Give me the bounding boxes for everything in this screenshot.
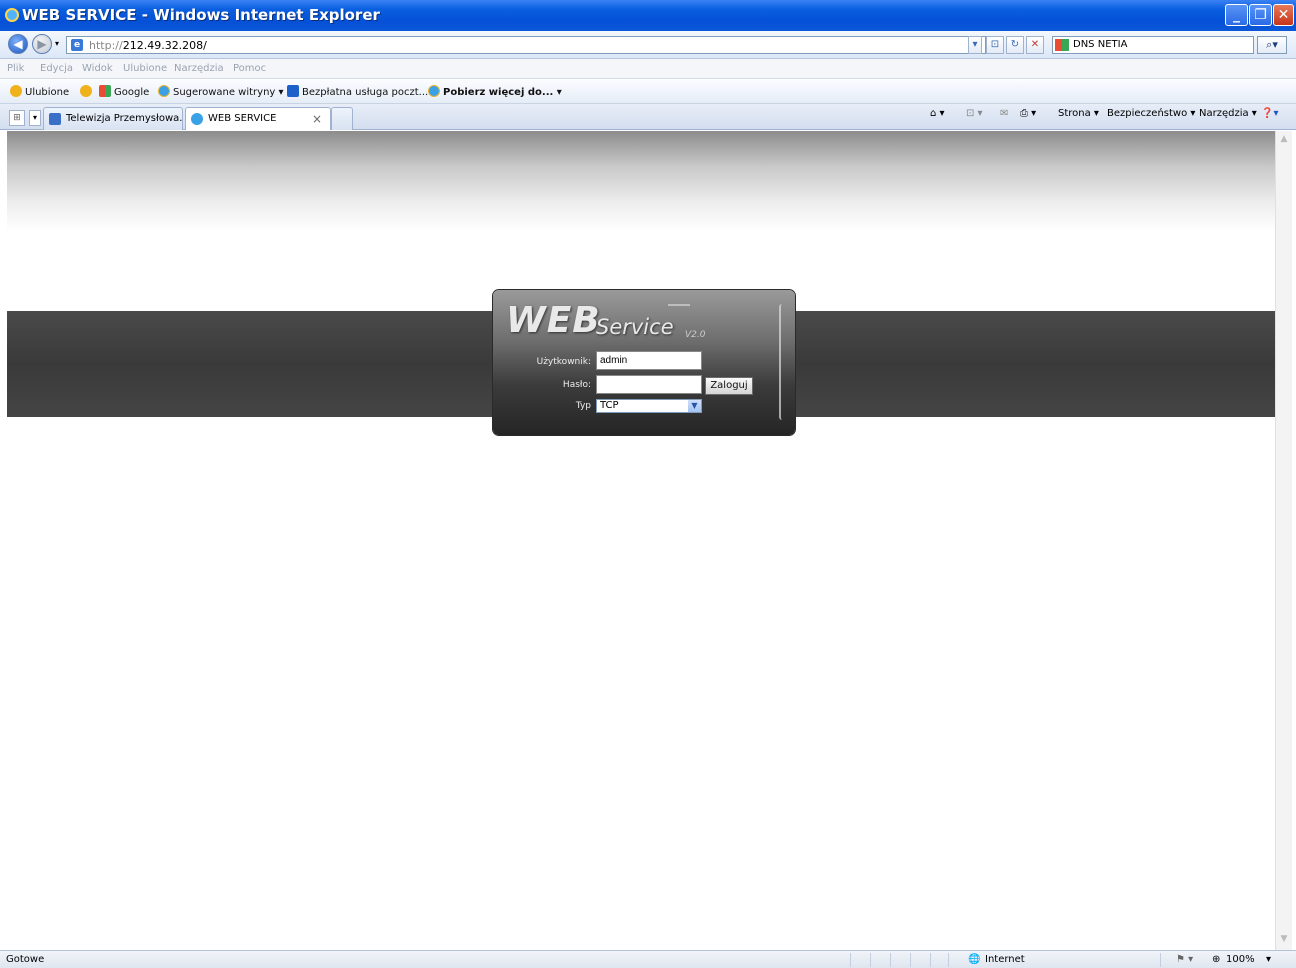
security-zone: Internet bbox=[985, 954, 1025, 965]
menu-pomoc[interactable]: Pomoc bbox=[233, 63, 266, 74]
menu-edycja[interactable]: Edycja bbox=[40, 63, 73, 74]
address-dropdown-icon[interactable]: ▾ bbox=[968, 36, 982, 54]
zoom-dropdown-icon[interactable]: ▾ bbox=[1266, 954, 1271, 965]
address-toolbar: ◀ ▶ ▾ e http://212.49.32.208/ ▾ ⊡ ↻ ✕ DN… bbox=[0, 31, 1296, 59]
menu-ulubione[interactable]: Ulubione bbox=[123, 63, 167, 74]
ie-icon bbox=[191, 113, 203, 125]
search-provider-label: DNS NETIA bbox=[1073, 39, 1128, 50]
ie-icon bbox=[5, 8, 19, 22]
user-label: Użytkownik: bbox=[536, 357, 591, 367]
scroll-up-icon[interactable]: ▲ bbox=[1278, 134, 1290, 146]
tools-menu[interactable]: Narzędzia ▾ bbox=[1199, 108, 1257, 119]
fav-suggested-sites[interactable]: Sugerowane witryny ▾ bbox=[158, 85, 284, 98]
feeds-icon[interactable]: ⊡ ▾ bbox=[966, 108, 983, 119]
help-icon[interactable]: ❓▾ bbox=[1261, 108, 1278, 119]
password-field[interactable] bbox=[596, 375, 702, 394]
status-separator bbox=[890, 953, 891, 967]
safety-menu[interactable]: Bezpieczeństwo ▾ bbox=[1107, 108, 1195, 119]
star-icon bbox=[10, 85, 22, 97]
fav-get-more[interactable]: Pobierz więcej do... ▾ bbox=[428, 85, 562, 98]
logo-web: WEB bbox=[506, 300, 601, 341]
back-button[interactable]: ◀ bbox=[8, 34, 28, 54]
forward-button[interactable]: ▶ bbox=[32, 34, 52, 54]
page-viewport bbox=[7, 131, 1275, 950]
search-provider-icon bbox=[1055, 39, 1069, 51]
page-icon: e bbox=[71, 39, 83, 51]
favorites-button[interactable]: Ulubione bbox=[10, 85, 69, 98]
header-gradient bbox=[7, 131, 1275, 231]
window-title-bar: WEB SERVICE - Windows Internet Explorer … bbox=[0, 0, 1296, 31]
zoom-icon[interactable]: ⊕ bbox=[1212, 954, 1220, 965]
status-separator bbox=[930, 953, 931, 967]
search-button[interactable]: ⌕▾ bbox=[1257, 36, 1287, 54]
print-icon[interactable]: ⎙ ▾ bbox=[1020, 108, 1036, 119]
tab-telewizja[interactable]: Telewizja Przemysłowa... bbox=[43, 107, 183, 130]
status-bar: Gotowe 🌐 Internet ⚑ ▾ ⊕ 100% ▾ bbox=[0, 950, 1296, 968]
type-select[interactable]: TCP ▼ bbox=[596, 399, 702, 413]
status-separator bbox=[850, 953, 851, 967]
close-tab-icon[interactable]: × bbox=[312, 112, 322, 126]
globe-icon: 🌐 bbox=[968, 954, 981, 965]
fav-free-mail[interactable]: Bezpłatna usługa poczt... bbox=[287, 85, 428, 98]
type-select-value: TCP bbox=[600, 400, 619, 411]
logo-version: V2.0 bbox=[685, 330, 706, 340]
restore-button[interactable]: ❐ bbox=[1249, 4, 1272, 26]
page-menu[interactable]: Strona ▾ bbox=[1058, 108, 1099, 119]
address-bar[interactable]: e http://212.49.32.208/ bbox=[66, 36, 986, 54]
menu-bar: Plik Edycja Widok Ulubione Narzędzia Pom… bbox=[0, 59, 1296, 79]
new-tab-button[interactable] bbox=[331, 107, 353, 130]
protected-mode-icon[interactable]: ⚑ ▾ bbox=[1176, 954, 1193, 965]
type-label: Typ bbox=[575, 401, 591, 411]
menu-plik[interactable]: Plik bbox=[7, 63, 24, 74]
zoom-level[interactable]: 100% bbox=[1226, 954, 1255, 965]
menu-narzedzia[interactable]: Narzędzia bbox=[174, 63, 224, 74]
add-favorite-icon bbox=[80, 85, 92, 97]
mail-icon bbox=[287, 85, 299, 97]
home-icon[interactable]: ⌂ ▾ bbox=[930, 108, 945, 119]
vertical-scrollbar[interactable]: ▲ ▼ bbox=[1275, 131, 1292, 950]
tab-web-service[interactable]: WEB SERVICE × bbox=[185, 107, 331, 130]
logo-service: Service bbox=[596, 315, 674, 339]
fav-google[interactable]: Google bbox=[99, 85, 149, 98]
window-title: WEB SERVICE - Windows Internet Explorer bbox=[22, 6, 380, 24]
read-mail-icon[interactable]: ✉ bbox=[1000, 108, 1008, 119]
status-separator bbox=[948, 953, 949, 967]
status-separator bbox=[1160, 953, 1161, 967]
compatibility-icon[interactable]: ⊡ bbox=[986, 36, 1004, 54]
stop-icon[interactable]: ✕ bbox=[1026, 36, 1044, 54]
panel-rail-decoration bbox=[779, 304, 787, 420]
ie-icon bbox=[158, 85, 170, 97]
ie-icon bbox=[428, 85, 440, 97]
refresh-icon[interactable]: ↻ bbox=[1006, 36, 1024, 54]
login-button[interactable]: Zaloguj bbox=[705, 377, 753, 395]
username-field[interactable] bbox=[596, 351, 702, 370]
login-panel: WEB Service V2.0 Użytkownik: Hasło: Zalo… bbox=[493, 290, 795, 435]
address-url[interactable]: http://212.49.32.208/ bbox=[89, 39, 207, 52]
status-text: Gotowe bbox=[6, 954, 45, 965]
menu-widok[interactable]: Widok bbox=[82, 63, 113, 74]
tab-list-dropdown-icon[interactable]: ▾ bbox=[29, 110, 41, 126]
password-label: Hasło: bbox=[562, 380, 591, 390]
close-button[interactable]: ✕ bbox=[1273, 4, 1294, 26]
tab-site-icon bbox=[49, 113, 61, 125]
status-separator bbox=[870, 953, 871, 967]
search-input[interactable]: DNS NETIA bbox=[1052, 36, 1254, 54]
minimize-button[interactable]: _ bbox=[1225, 4, 1248, 26]
scroll-down-icon[interactable]: ▼ bbox=[1278, 934, 1290, 946]
add-favorite-button[interactable] bbox=[80, 85, 95, 98]
favorites-bar: Ulubione Google Sugerowane witryny ▾ Bez… bbox=[0, 80, 1296, 104]
tab-bar: ⊞ ▾ Telewizja Przemysłowa... WEB SERVICE… bbox=[0, 104, 1296, 130]
quick-tabs-icon[interactable]: ⊞ bbox=[9, 110, 25, 126]
status-separator bbox=[910, 953, 911, 967]
chevron-down-icon[interactable]: ▼ bbox=[688, 400, 701, 412]
google-icon bbox=[99, 85, 111, 97]
history-dropdown-icon[interactable]: ▾ bbox=[55, 39, 59, 48]
